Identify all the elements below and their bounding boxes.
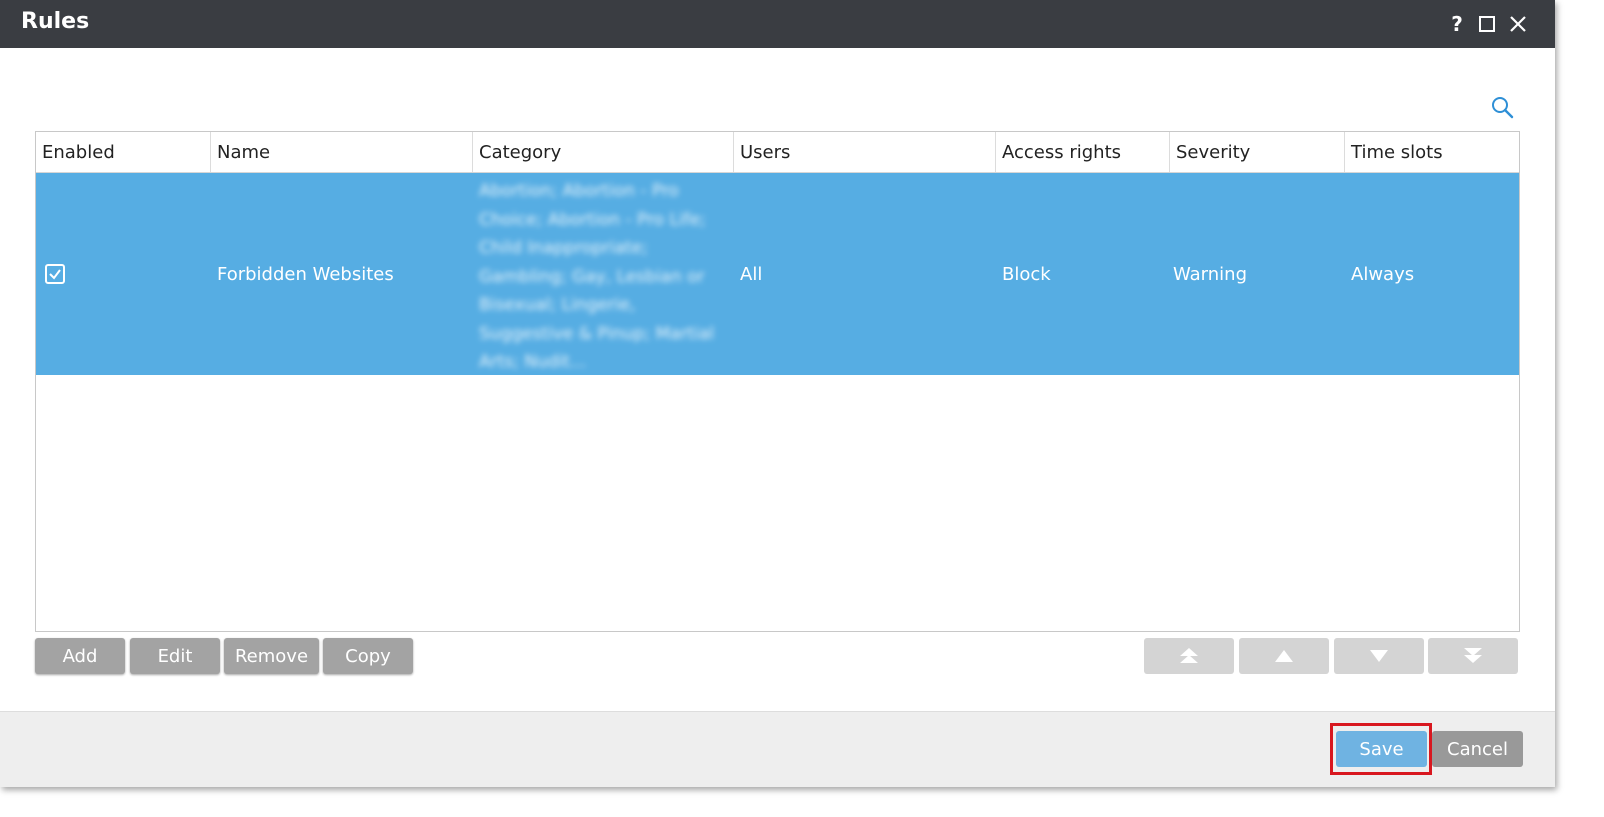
add-button[interactable]: Add xyxy=(35,638,125,674)
users-cell: All xyxy=(740,263,763,285)
name-cell: Forbidden Websites xyxy=(217,263,394,285)
edit-button[interactable]: Edit xyxy=(130,638,220,674)
column-header-severity[interactable]: Severity xyxy=(1170,132,1345,172)
maximize-button[interactable] xyxy=(1475,12,1499,36)
dialog-footer xyxy=(0,711,1555,787)
save-highlight-frame xyxy=(1330,723,1432,775)
move-bottom-button[interactable] xyxy=(1428,638,1518,674)
copy-button[interactable]: Copy xyxy=(323,638,413,674)
cancel-button[interactable]: Cancel xyxy=(1432,731,1523,767)
close-button[interactable] xyxy=(1506,12,1530,36)
maximize-icon xyxy=(1479,16,1495,32)
move-down-button[interactable] xyxy=(1334,638,1424,674)
move-top-button[interactable] xyxy=(1144,638,1234,674)
close-icon xyxy=(1510,16,1526,32)
move-down-icon xyxy=(1370,650,1388,662)
category-cell: Abortion; Abortion - Pro Choice; Abortio… xyxy=(479,181,715,372)
help-button[interactable]: ? xyxy=(1445,12,1469,36)
title-bar: Rules ? xyxy=(0,0,1555,48)
search-button[interactable] xyxy=(1490,95,1516,121)
rules-dialog: Rules ? Enabled Name Category Users Acce… xyxy=(0,0,1555,787)
move-bottom-icon xyxy=(1464,648,1482,663)
table-row[interactable]: Forbidden Websites Abortion; Abortion - … xyxy=(36,173,1519,375)
column-header-users[interactable]: Users xyxy=(734,132,996,172)
column-header-time-slots[interactable]: Time slots xyxy=(1345,132,1519,172)
time-slots-cell: Always xyxy=(1351,263,1415,285)
window-title: Rules xyxy=(21,9,90,34)
search-icon xyxy=(1492,97,1514,119)
enabled-cell xyxy=(36,173,211,375)
rules-table: Enabled Name Category Users Access right… xyxy=(35,131,1520,632)
column-header-category[interactable]: Category xyxy=(473,132,734,172)
remove-button[interactable]: Remove xyxy=(224,638,319,674)
move-up-button[interactable] xyxy=(1239,638,1329,674)
access-rights-cell: Block xyxy=(1002,263,1051,285)
severity-cell: Warning xyxy=(1173,263,1248,285)
column-header-name[interactable]: Name xyxy=(211,132,473,172)
table-header: Enabled Name Category Users Access right… xyxy=(36,132,1519,173)
move-top-icon xyxy=(1180,648,1198,663)
move-up-icon xyxy=(1275,650,1293,662)
checkmark-icon xyxy=(49,269,61,280)
column-header-access-rights[interactable]: Access rights xyxy=(996,132,1170,172)
help-label: ? xyxy=(1451,12,1463,36)
column-header-enabled[interactable]: Enabled xyxy=(36,132,211,172)
enabled-checkbox[interactable] xyxy=(45,264,65,284)
